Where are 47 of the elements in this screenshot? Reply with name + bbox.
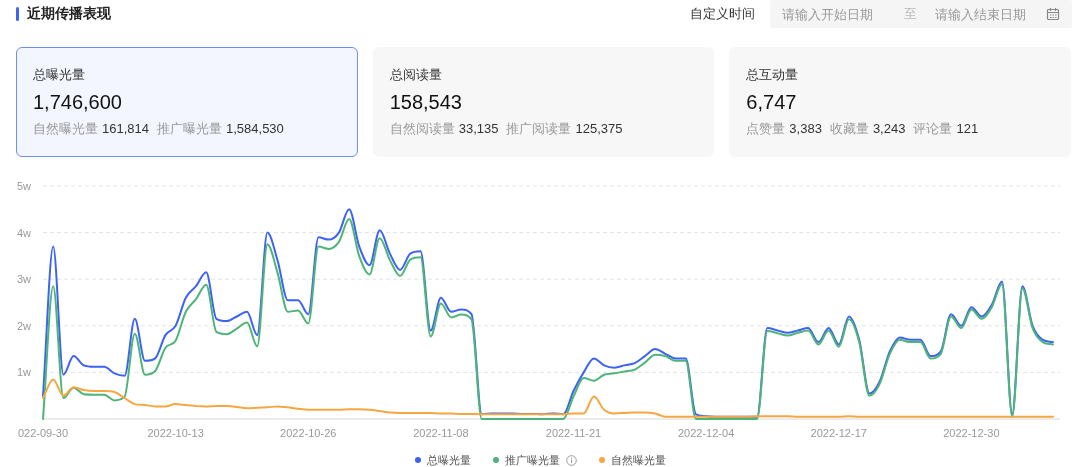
detail-value: 161,814 xyxy=(102,121,149,136)
detail-value: 3,383 xyxy=(789,121,822,136)
detail-label: 点赞量 xyxy=(746,121,786,136)
metric-value: 1,746,600 xyxy=(33,91,123,114)
info-icon[interactable] xyxy=(565,454,577,466)
x-axis-label: 022-09-30 xyxy=(17,427,69,439)
y-axis-label: 4w xyxy=(16,226,31,239)
x-axis-label: 2022-10-26 xyxy=(280,427,337,439)
x-axis-label: 2022-11-21 xyxy=(545,427,602,439)
metric-value: 158,543 xyxy=(389,91,463,114)
range-separator: 至 xyxy=(904,5,917,23)
x-axis-label: 2022-10-13 xyxy=(147,427,204,439)
detail-label: 自然阅读量 xyxy=(389,121,455,136)
x-axis-label: 2022-12-17 xyxy=(810,427,867,439)
legend-label[interactable]: 自然曝光量 xyxy=(610,452,666,467)
detail-value: 3,243 xyxy=(872,121,906,136)
y-axis-label: 2w xyxy=(16,319,31,332)
detail-value: 121 xyxy=(956,121,979,136)
title-accent-bar xyxy=(16,7,19,21)
metric-title: 总阅读量 xyxy=(389,66,443,84)
detail-label: 推广曝光量 xyxy=(157,121,222,136)
metric-card[interactable]: 总阅读量 158,543 自然阅读量 33,135 推广阅读量 125,375 xyxy=(372,47,715,157)
metric-value: 6,747 xyxy=(746,91,798,114)
calendar-icon[interactable] xyxy=(1046,7,1060,21)
x-axis-label: 2022-12-30 xyxy=(943,427,1000,439)
detail-value: 125,375 xyxy=(575,121,623,136)
detail-value: 1,584,530 xyxy=(226,121,284,136)
detail-value: 33,135 xyxy=(458,121,499,136)
y-axis-label: 5w xyxy=(16,180,31,192)
legend-label[interactable]: 推广曝光量 xyxy=(504,452,560,467)
x-axis-label: 2022-12-04 xyxy=(678,427,735,439)
detail-label: 推广阅读量 xyxy=(506,121,572,136)
start-date-input[interactable]: 请输入开始日期 xyxy=(782,6,882,22)
x-axis-label: 2022-11-08 xyxy=(413,427,469,439)
detail-label: 收藏量 xyxy=(829,121,869,136)
range-label: 自定义时间 xyxy=(690,5,755,23)
section-title: 近期传播表现 xyxy=(27,5,111,23)
metric-title: 总曝光量 xyxy=(33,66,86,84)
metric-card[interactable]: 总曝光量 1,746,600 自然曝光量 161,814 推广曝光量 1,584,530 xyxy=(16,47,358,157)
legend-label[interactable]: 总曝光量 xyxy=(426,452,471,467)
end-date-input[interactable]: 请输入结束日期 xyxy=(935,6,1035,22)
y-axis-label: 3w xyxy=(16,273,31,286)
detail-label: 自然曝光量 xyxy=(33,121,98,136)
metric-card[interactable]: 总互动量 6,747 点赞量 3,383 收藏量 3,243 评论量 121 xyxy=(729,47,1071,157)
metric-title: 总互动量 xyxy=(746,66,800,84)
y-axis-label: 1w xyxy=(16,366,31,379)
detail-label: 评论量 xyxy=(913,121,953,136)
